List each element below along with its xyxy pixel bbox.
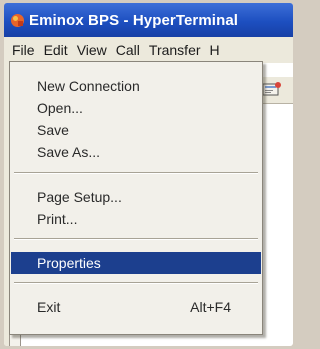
exit-shortcut: Alt+F4 <box>190 299 231 315</box>
menu-item-save[interactable]: Save <box>11 119 261 141</box>
file-menu-dropdown: New Connection Open... Save Save As... P… <box>9 61 263 335</box>
menu-bar: File Edit View Call Transfer H <box>4 37 293 63</box>
menu-separator <box>14 282 258 284</box>
menu-item-save-as[interactable]: Save As... <box>11 141 261 163</box>
menu-transfer[interactable]: Transfer <box>140 42 201 58</box>
menu-separator <box>14 172 258 174</box>
menu-item-exit-label: Exit <box>37 299 61 315</box>
menu-item-exit[interactable]: Exit Alt+F4 <box>11 296 261 318</box>
window-title: Eminox BPS - HyperTerminal <box>29 11 239 29</box>
menu-separator <box>14 238 258 240</box>
menu-view[interactable]: View <box>68 42 107 58</box>
properties-toolbar-icon[interactable] <box>262 81 282 104</box>
menu-edit[interactable]: Edit <box>35 42 68 58</box>
menu-help[interactable]: H <box>201 42 220 58</box>
menu-file[interactable]: File <box>4 42 35 58</box>
menu-item-print[interactable]: Print... <box>11 208 261 230</box>
menu-item-new-connection[interactable]: New Connection <box>11 75 261 97</box>
title-bar[interactable]: Eminox BPS - HyperTerminal <box>4 3 293 37</box>
hyperterminal-window: Eminox BPS - HyperTerminal File Edit Vie… <box>4 3 293 346</box>
menu-item-properties[interactable]: Properties <box>11 252 261 274</box>
menu-call[interactable]: Call <box>107 42 140 58</box>
hyperterminal-app-icon <box>10 13 25 28</box>
menu-item-open[interactable]: Open... <box>11 97 261 119</box>
menu-item-page-setup[interactable]: Page Setup... <box>11 186 261 208</box>
